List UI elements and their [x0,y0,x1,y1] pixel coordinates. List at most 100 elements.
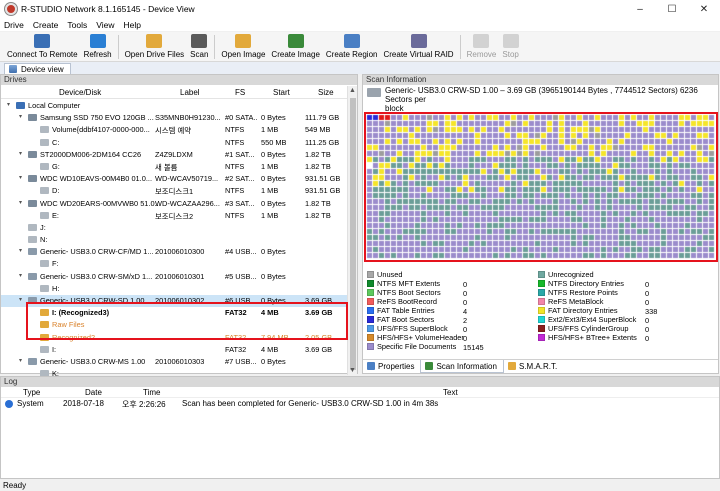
legend-name: FAT Table Entries [377,306,435,315]
expand-toggle-icon[interactable]: ▾ [19,248,25,254]
tree-size: 931.51 GB [305,174,341,184]
scan-block-map[interactable] [364,112,718,262]
scroll-up-icon[interactable]: ▲ [349,87,356,94]
expand-toggle-icon[interactable]: ▾ [19,358,25,364]
tab-properties[interactable]: Properties [363,360,420,373]
open-drive-files-button[interactable]: Open Drive Files [122,34,188,61]
tree-row[interactable]: ▾ Generic- USB3.0 CRW-CF/MD 1... 201006010… [1,246,347,258]
usb-icon [28,248,37,256]
tree-start: 1 MB [261,125,279,135]
col-size[interactable]: Size [318,88,334,97]
tab-label: Scan Information [436,362,497,371]
remove-button[interactable]: Remove [464,34,500,61]
tree-row[interactable]: N: [1,234,347,246]
create-region-button[interactable]: Create Region [323,34,381,61]
tab-scan-information[interactable]: Scan Information [420,360,504,373]
menu-create[interactable]: Create [33,20,59,30]
open-image-button[interactable]: Open Image [218,34,268,61]
log-col-type[interactable]: Type [23,388,40,397]
scan-button[interactable]: Scan [187,34,211,61]
tree-row[interactable]: E: 보조디스크2 NTFS 1 MB 1.82 TB [1,210,347,222]
expand-toggle-icon[interactable]: ▾ [19,273,25,279]
tree-fs: NTFS [225,210,245,220]
col-start[interactable]: Start [273,88,290,97]
drives-panel-title: Drives [1,75,357,85]
tree-row[interactable]: ▾ Generic- USB3.0 CRW-SM/xD 1... 201006010… [1,271,347,283]
tree-device-name: Generic- USB3.0 CRW-MS 1.00 [40,356,146,366]
refresh-icon [89,34,106,48]
create-image-button[interactable]: Create Image [268,34,322,61]
legend-name: NTFS MFT Extents [377,279,441,288]
tree-row[interactable]: ▾ ST2000DM006-2DM164 CC26 Z4Z9LDXM #1 SAT..… [1,149,347,161]
tree-row[interactable]: J: [1,222,347,234]
menu-view[interactable]: View [96,20,114,30]
tree-size: 1.82 TB [305,149,331,159]
tree-row[interactable]: Volume{ddbf4107-0000-000... 시스템 예약 NTFS 1 M… [1,124,347,136]
log-text: Scan has been completed for Generic- USB… [182,399,439,408]
log-col-date[interactable]: Date [85,388,102,397]
scan-disk-info: Generic- USB3.0 CRW-SD 1.00 – 3.69 GB (3… [363,85,718,113]
maximize-button[interactable]: ☐ [656,0,688,18]
tree-row[interactable]: ▾ Generic- USB3.0 CRW-MS 1.00 201006010303… [1,356,347,368]
tree-row[interactable]: G: 새 볼륨 NTFS 1 MB 1.82 TB [1,161,347,173]
menu-help[interactable]: Help [123,20,140,30]
legend-swatch [367,271,374,278]
tree-row[interactable]: C: NTFS 550 MB 111.25 GB [1,137,347,149]
tab-label: Properties [378,362,415,371]
tree-row[interactable]: ▾ Local Computer [1,100,347,112]
legend-item: NTFS MFT Extents [367,279,440,288]
legend-swatch [538,280,545,287]
tab-label: S.M.A.R.T. [518,362,558,371]
legend-item: Unused [367,270,402,279]
expand-toggle-icon[interactable]: ▾ [19,175,25,181]
menu-drive[interactable]: Drive [4,20,24,30]
create-virtual-raid-button[interactable]: Create Virtual RAID [380,34,456,61]
log-col-text[interactable]: Text [443,388,458,397]
legend-item: Specific File Documents [367,342,456,351]
log-col-time[interactable]: Time [143,388,160,397]
refresh-button[interactable]: Refresh [81,34,115,61]
highlight-box-recognized [26,302,348,340]
expand-toggle-icon[interactable]: ▾ [19,297,25,303]
legend-value: 0 [645,316,650,325]
legend-swatch [367,343,374,350]
hdd-icon [28,114,37,122]
stop-button[interactable]: Stop [499,34,521,61]
tree-row[interactable]: H: [1,283,347,295]
col-device[interactable]: Device/Disk [59,88,101,97]
legend-name: HFS/HFS+ BTree+ Extents [548,333,637,342]
tree-size: 1.82 TB [305,198,331,208]
drives-scrollbar[interactable]: ▲ ▼ [347,86,357,375]
minimize-button[interactable]: – [624,0,656,18]
scrollbar-thumb[interactable] [350,98,356,370]
log-row[interactable]: System 2018-07-18 오후 2:26:26 Scan has be… [1,398,719,409]
expand-toggle-icon[interactable]: ▾ [19,151,25,157]
menu-tools[interactable]: Tools [67,20,87,30]
expand-toggle-icon[interactable]: ▾ [7,102,13,108]
tree-row[interactable]: F: [1,258,347,270]
tree-row[interactable]: ▾ WDC WD20EARS-00MVWB0 51.0... WD-WCAZAA29… [1,198,347,210]
tree-row[interactable]: ▾ Samsung SSD 750 EVO 120GB ... S35MNB0H91… [1,112,347,124]
scroll-down-icon[interactable]: ▼ [349,367,356,374]
tree-row[interactable]: D: 보조디스크1 NTFS 1 MB 931.51 GB [1,185,347,197]
close-button[interactable]: ✕ [688,0,720,18]
scan-block-map-canvas[interactable] [366,114,716,260]
tree-row[interactable]: I: FAT32 4 MB 3.69 GB [1,344,347,356]
tree-row[interactable]: ▾ WDC WD10EAVS-00M4B0 01.0... WD-WCAV50719… [1,173,347,185]
legend-item: NTFS Directory Entries [538,279,624,288]
tab-device-view[interactable]: Device view [4,63,71,74]
connect-to-remote-button[interactable]: Connect To Remote [4,34,81,61]
expand-toggle-icon[interactable]: ▾ [19,200,25,206]
legend-item: FAT Directory Entries [538,306,618,315]
create-region-icon [343,34,360,48]
refresh-label: Refresh [83,50,112,59]
tree-device-name: Generic- USB3.0 CRW-CF/MD 1... [40,247,154,257]
col-fs[interactable]: FS [235,88,245,97]
tree-label: 새 볼륨 [155,162,178,172]
open-drive-files-label: Open Drive Files [124,50,185,59]
tab-s-m-a-r-t-[interactable]: S.M.A.R.T. [504,360,563,373]
col-label[interactable]: Label [180,88,200,97]
legend-item: FAT Boot Sectors [367,315,434,324]
log-date: 2018-07-18 [63,399,104,408]
expand-toggle-icon[interactable]: ▾ [19,114,25,120]
